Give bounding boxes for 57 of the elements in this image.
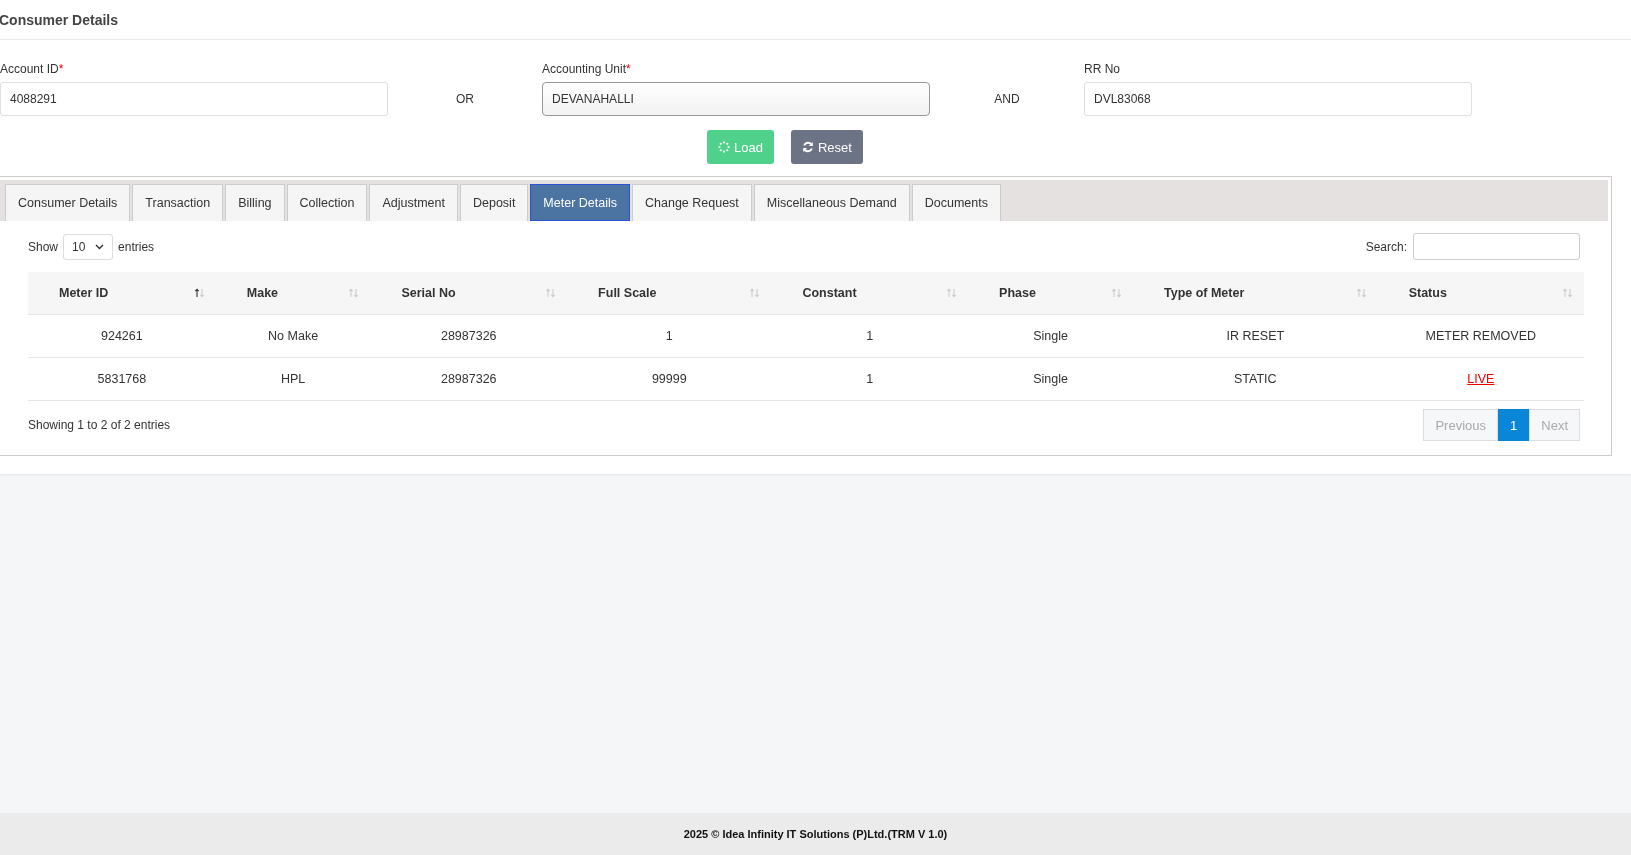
column-header[interactable]: Serial No (370, 272, 568, 315)
select-field[interactable]: DEVANAHALLI (542, 82, 930, 116)
table-cell: Single (1033, 372, 1068, 386)
column-header[interactable]: Phase (968, 272, 1133, 315)
required-mark: * (58, 62, 64, 76)
tab[interactable]: Documents (911, 184, 1001, 221)
table-cell: 1 (866, 372, 874, 386)
table-cell: 1 (866, 329, 874, 343)
table-cell: Single (1033, 329, 1068, 343)
entries-label: entries (118, 239, 155, 254)
table-cell: 99999 (651, 372, 687, 386)
tab[interactable]: Adjustment (369, 184, 458, 221)
table-cell: 924261 (101, 329, 143, 343)
input-field[interactable]: 4088291 (0, 82, 388, 116)
joiner-text: OR (455, 91, 475, 108)
table-cell: HPL (280, 372, 306, 386)
refresh-icon (801, 141, 814, 153)
table-cell: IR RESET (1226, 329, 1285, 343)
table-cell: STATIC (1234, 372, 1277, 386)
column-header[interactable]: Meter ID (28, 272, 216, 315)
status-link[interactable]: LIVE (1467, 372, 1495, 386)
table-cell: 28987326 (440, 372, 497, 386)
page-size-select[interactable]: 10 (63, 233, 114, 260)
column-header[interactable]: Full Scale (567, 272, 772, 315)
column-header[interactable]: Type of Meter (1132, 272, 1378, 315)
joiner-text: AND (993, 91, 1021, 108)
footer-text: 2025 © Idea Infinity IT Solutions (P)Ltd.(TRM V 1.0) (0, 813, 1631, 855)
required-mark: * (626, 62, 631, 76)
table-cell: 28987326 (440, 329, 497, 343)
tab[interactable]: Meter Details (530, 184, 630, 221)
entries-info: Showing 1 to 2 of 2 entries (28, 418, 171, 432)
tab[interactable]: Change Request (632, 184, 752, 221)
column-header[interactable]: Make (215, 272, 371, 315)
input-field[interactable]: DVL83068 (1084, 82, 1472, 116)
page-title: Consumer Details (0, 11, 119, 28)
pagination-button[interactable]: 1 (1498, 409, 1530, 441)
spinner-icon (718, 141, 731, 153)
tab[interactable]: Consumer Details (5, 184, 131, 221)
tab[interactable]: Collection (286, 184, 368, 221)
tab[interactable]: Transaction (132, 184, 224, 221)
field-label: Accounting Unit* (542, 62, 632, 76)
chevron-icon (95, 243, 105, 250)
show-label: Show (28, 239, 59, 254)
table-cell: 1 (665, 329, 673, 343)
tab[interactable]: Miscellaneous Demand (753, 184, 910, 221)
table-cell: No Make (268, 329, 319, 343)
column-header[interactable]: Constant (771, 272, 969, 315)
tab[interactable]: Billing (225, 184, 285, 221)
field-label: RR No (1084, 62, 1121, 76)
table-cell: METER REMOVED (1425, 329, 1537, 343)
reset-button[interactable]: Reset (790, 130, 863, 164)
search-label: Search: (1365, 239, 1407, 254)
table-cell: 5831768 (97, 372, 147, 386)
field-label: Account ID* (0, 62, 65, 76)
tab[interactable]: Deposit (459, 184, 529, 221)
search-field[interactable] (1413, 233, 1580, 260)
column-header[interactable]: Status (1377, 272, 1584, 315)
